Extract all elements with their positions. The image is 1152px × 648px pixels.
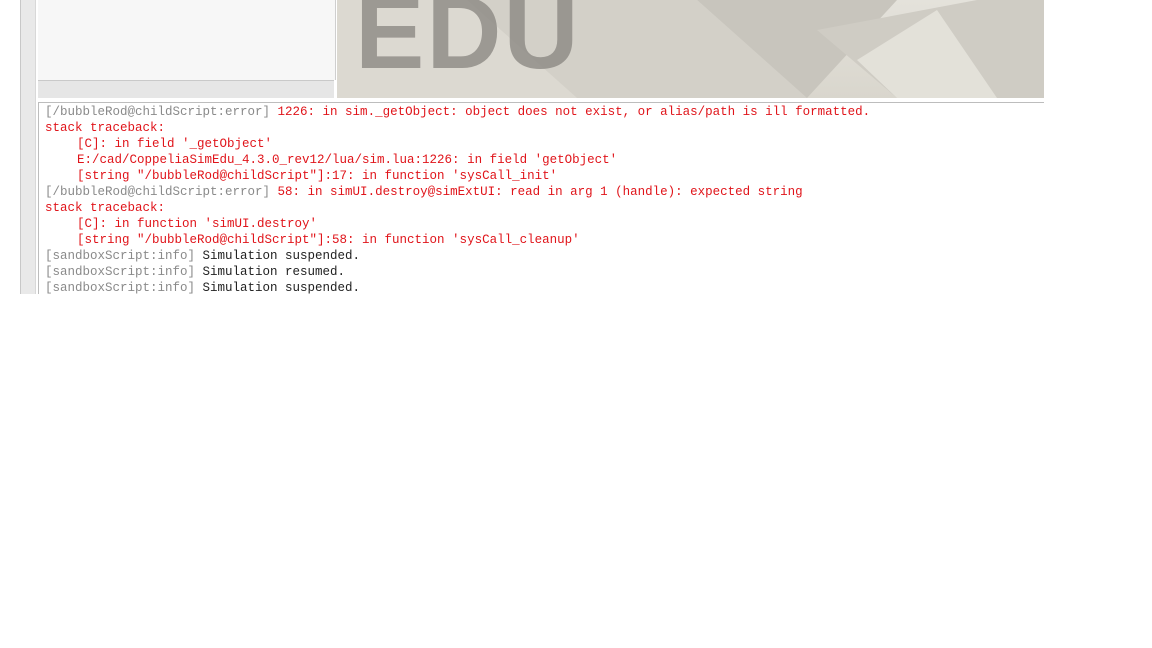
- console-line: [C]: in field '_getObject': [45, 136, 1044, 152]
- console-line: stack traceback:: [45, 200, 1044, 216]
- console-line: [string "/bubbleRod@childScript"]:58: in…: [45, 232, 1044, 248]
- console-line: [sandboxScript:info] Simulation resumed.: [45, 264, 1044, 280]
- status-console[interactable]: [/bubbleRod@childScript:error] 1226: in …: [38, 102, 1044, 294]
- console-line-tag: [/bubbleRod@childScript:error]: [45, 185, 271, 199]
- console-line-tag: [sandboxScript:info]: [45, 265, 196, 279]
- side-toolbar[interactable]: [20, 0, 36, 294]
- console-line-message: [C]: in field '_getObject': [77, 137, 273, 151]
- console-line-tag: [sandboxScript:info]: [45, 249, 196, 263]
- console-line-message: Simulation resumed.: [195, 265, 346, 279]
- console-line: [/bubbleRod@childScript:error] 58: in si…: [45, 184, 1044, 200]
- console-line-tag: [/bubbleRod@childScript:error]: [45, 105, 271, 119]
- console-line-message: [string "/bubbleRod@childScript"]:58: in…: [77, 233, 580, 247]
- hierarchy-scrollbar[interactable]: [38, 80, 334, 98]
- console-line: [sandboxScript:info] Simulation suspende…: [45, 280, 1044, 294]
- console-line-message: Simulation suspended.: [195, 249, 361, 263]
- console-line-message: [C]: in function 'simUI.destroy': [77, 217, 318, 231]
- console-line: [sandboxScript:info] Simulation suspende…: [45, 248, 1044, 264]
- console-line: stack traceback:: [45, 120, 1044, 136]
- scene-viewport[interactable]: EDU: [337, 0, 1044, 98]
- console-line-message: stack traceback:: [45, 121, 166, 135]
- edu-watermark: EDU: [355, 0, 581, 91]
- console-line-tag: [sandboxScript:info]: [45, 281, 196, 294]
- scene-hierarchy-panel[interactable]: [38, 0, 336, 80]
- console-line-message: [string "/bubbleRod@childScript"]:17: in…: [77, 169, 558, 183]
- console-line: [string "/bubbleRod@childScript"]:17: in…: [45, 168, 1044, 184]
- console-line: E:/cad/CoppeliaSimEdu_4.3.0_rev12/lua/si…: [45, 152, 1044, 168]
- console-line-message: 1226: in sim._getObject: object does not…: [270, 105, 871, 119]
- console-line: [C]: in function 'simUI.destroy': [45, 216, 1044, 232]
- coppeliasim-window: EDU [/bubbleRod@childScript:error] 1226:…: [0, 0, 1044, 294]
- console-line-message: 58: in simUI.destroy@simExtUI: read in a…: [270, 185, 803, 199]
- console-line-message: Simulation suspended.: [195, 281, 361, 294]
- console-line-message: stack traceback:: [45, 201, 166, 215]
- console-line-message: E:/cad/CoppeliaSimEdu_4.3.0_rev12/lua/si…: [77, 153, 618, 167]
- console-line: [/bubbleRod@childScript:error] 1226: in …: [45, 104, 1044, 120]
